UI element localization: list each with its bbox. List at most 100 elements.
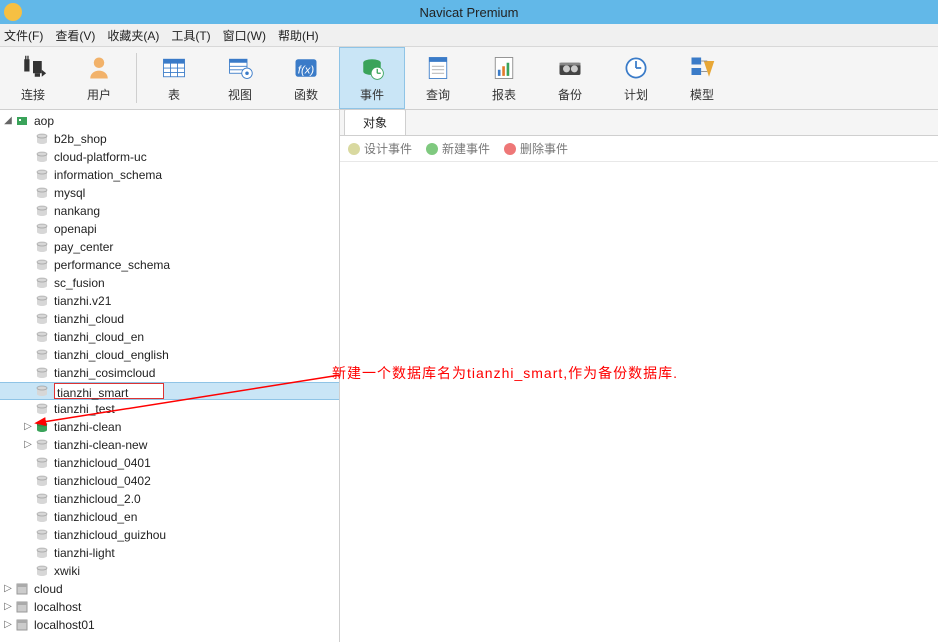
table-icon: [159, 54, 189, 82]
tree-item-label: tianzhicloud_0401: [54, 454, 151, 472]
toolbar-query[interactable]: 查询: [405, 47, 471, 109]
delete-event-button[interactable]: 删除事件: [504, 140, 568, 157]
menu-tools[interactable]: 工具(T): [171, 27, 210, 44]
menu-favorites[interactable]: 收藏夹(A): [107, 27, 159, 44]
toolbar-table-label: 表: [168, 86, 180, 103]
new-event-button[interactable]: 新建事件: [426, 140, 490, 157]
server-icon: [14, 582, 30, 596]
tree-item-label: cloud-platform-uc: [54, 148, 147, 166]
tree-item-label: aop: [34, 112, 54, 130]
toolbar-connect-label: 连接: [21, 86, 45, 103]
database-icon: [34, 150, 50, 164]
menu-window[interactable]: 窗口(W): [223, 27, 266, 44]
tree-item-label: b2b_shop: [54, 130, 107, 148]
tree-item-label: nankang: [54, 202, 100, 220]
tree-database[interactable]: tianzhicloud_guizhou: [0, 526, 339, 544]
svg-text:f(x): f(x): [298, 64, 315, 76]
app-title: Navicat Premium: [420, 5, 519, 20]
database-icon: [34, 222, 50, 236]
database-icon: [34, 474, 50, 488]
toolbar-model[interactable]: 模型: [669, 47, 735, 109]
schedule-icon: [621, 54, 651, 82]
tree-item-label: tianzhicloud_guizhou: [54, 526, 166, 544]
tree-database[interactable]: tianzhicloud_2.0: [0, 490, 339, 508]
toolbar-connect[interactable]: 连接: [0, 47, 66, 109]
database-icon: [34, 456, 50, 470]
tree-item-label: information_schema: [54, 166, 162, 184]
tree-item-label: localhost01: [34, 616, 95, 634]
plus-icon: [426, 143, 438, 155]
database-icon: [34, 510, 50, 524]
database-icon: [34, 258, 50, 272]
user-icon: [84, 54, 114, 82]
tree-database[interactable]: nankang: [0, 202, 339, 220]
tree-item-label: mysql: [54, 184, 85, 202]
menu-bar: 文件(F) 查看(V) 收藏夹(A) 工具(T) 窗口(W) 帮助(H): [0, 24, 938, 47]
menu-help[interactable]: 帮助(H): [278, 27, 319, 44]
toolbar-user-label: 用户: [87, 86, 111, 103]
backup-icon: [555, 54, 585, 82]
tree-item-label: tianzhicloud_en: [54, 508, 137, 526]
title-bar: Navicat Premium: [0, 0, 938, 24]
toolbar-user[interactable]: 用户: [66, 47, 132, 109]
annotation-text: 新建一个数据库名为tianzhi_smart,作为备份数据库.: [332, 363, 678, 383]
server-icon: [14, 618, 30, 632]
tree-item-label: sc_fusion: [54, 274, 105, 292]
plug-icon: [18, 54, 48, 82]
database-icon: [34, 276, 50, 290]
menu-view[interactable]: 查看(V): [55, 27, 95, 44]
tree-database[interactable]: b2b_shop: [0, 130, 339, 148]
event-icon: [357, 54, 387, 82]
content-area: 对象 设计事件 新建事件 删除事件 新建一个数据库名为tianzhi_smart…: [340, 110, 938, 642]
tab-object[interactable]: 对象: [344, 109, 406, 135]
toolbar-table[interactable]: 表: [141, 47, 207, 109]
tree-database[interactable]: performance_schema: [0, 256, 339, 274]
tree-item-label: tianzhi-clean-new: [54, 436, 147, 454]
tree-database[interactable]: xwiki: [0, 562, 339, 580]
tree-database[interactable]: information_schema: [0, 166, 339, 184]
tree-item-label: tianzhicloud_2.0: [54, 490, 141, 508]
tree-database[interactable]: cloud-platform-uc: [0, 148, 339, 166]
toolbar-backup-label: 备份: [558, 86, 582, 103]
toolbar-function[interactable]: f(x) 函数: [273, 47, 339, 109]
database-icon: [34, 132, 50, 146]
tree-item-label: pay_center: [54, 238, 113, 256]
toolbar-backup[interactable]: 备份: [537, 47, 603, 109]
query-icon: [423, 54, 453, 82]
tree-database[interactable]: mysql: [0, 184, 339, 202]
tree-database[interactable]: sc_fusion: [0, 274, 339, 292]
database-icon: [34, 186, 50, 200]
tree-database[interactable]: tianzhicloud_0402: [0, 472, 339, 490]
tree-connection[interactable]: ▷cloud: [0, 580, 339, 598]
report-icon: [489, 54, 519, 82]
toolbar-report[interactable]: 报表: [471, 47, 537, 109]
tree-connection[interactable]: ◢aop: [0, 112, 339, 130]
tree-database[interactable]: ▷tianzhi-clean-new: [0, 436, 339, 454]
function-icon: f(x): [291, 54, 321, 82]
design-event-button[interactable]: 设计事件: [348, 140, 412, 157]
toolbar-view[interactable]: 视图: [207, 47, 273, 109]
menu-file[interactable]: 文件(F): [4, 27, 43, 44]
tree-database[interactable]: tianzhicloud_en: [0, 508, 339, 526]
database-icon: [34, 564, 50, 578]
database-icon: [34, 240, 50, 254]
tree-connection[interactable]: ▷localhost: [0, 598, 339, 616]
tree-connection[interactable]: ▷localhost01: [0, 616, 339, 634]
toolbar-schedule-label: 计划: [624, 86, 648, 103]
content-tabs: 对象: [340, 110, 938, 136]
tree-item-label: openapi: [54, 220, 97, 238]
connection-icon: [14, 114, 30, 128]
database-icon: [34, 438, 50, 452]
tree-database[interactable]: pay_center: [0, 238, 339, 256]
database-icon: [34, 168, 50, 182]
wrench-icon: [348, 143, 360, 155]
tree-database[interactable]: tianzhicloud_0401: [0, 454, 339, 472]
tree-database[interactable]: openapi: [0, 220, 339, 238]
database-icon: [34, 204, 50, 218]
database-icon: [34, 492, 50, 506]
tree-database[interactable]: tianzhi-light: [0, 544, 339, 562]
toolbar-event[interactable]: 事件: [339, 47, 405, 109]
toolbar-schedule[interactable]: 计划: [603, 47, 669, 109]
toolbar-report-label: 报表: [492, 86, 516, 103]
minus-icon: [504, 143, 516, 155]
